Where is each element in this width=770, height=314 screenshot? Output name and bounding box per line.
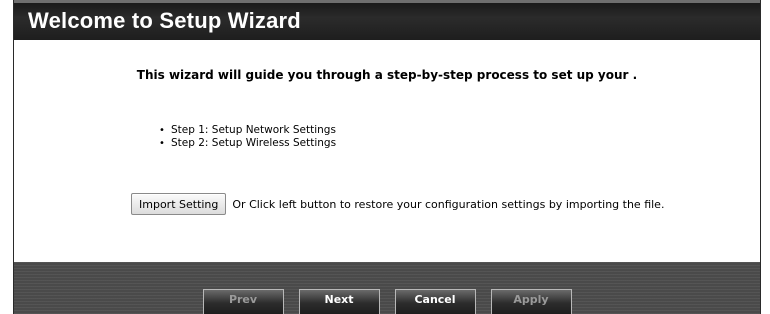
import-setting-button[interactable]: Import Setting [131,193,227,215]
apply-button[interactable]: Apply [490,289,572,314]
import-description: Or Click left button to restore your con… [232,197,665,211]
prev-button[interactable]: Prev [202,289,284,314]
step-label: Step 1: Setup Network Settings [171,124,336,136]
title-bar: Welcome to Setup Wizard [14,0,760,40]
bullet-icon: • [159,138,165,149]
footer-bar: Prev Next Cancel Apply [14,262,760,314]
steps-list: • Step 1: Setup Network Settings • Step 2:… [159,124,336,150]
list-item: • Step 1: Setup Network Settings [159,124,336,137]
bullet-icon: • [159,125,165,136]
step-label: Step 2: Setup Wireless Settings [171,137,337,149]
import-row: Import Setting Or Click left button to r… [131,193,664,215]
wizard-window: Welcome to Setup Wizard This wizard will… [13,0,761,314]
cancel-button[interactable]: Cancel [394,289,476,314]
page-title: Welcome to Setup Wizard [28,8,301,33]
next-button[interactable]: Next [298,289,380,314]
intro-text: This wizard will guide you through a ste… [136,68,638,82]
list-item: • Step 2: Setup Wireless Settings [159,137,336,150]
footer-buttons: Prev Next Cancel Apply [14,289,760,314]
